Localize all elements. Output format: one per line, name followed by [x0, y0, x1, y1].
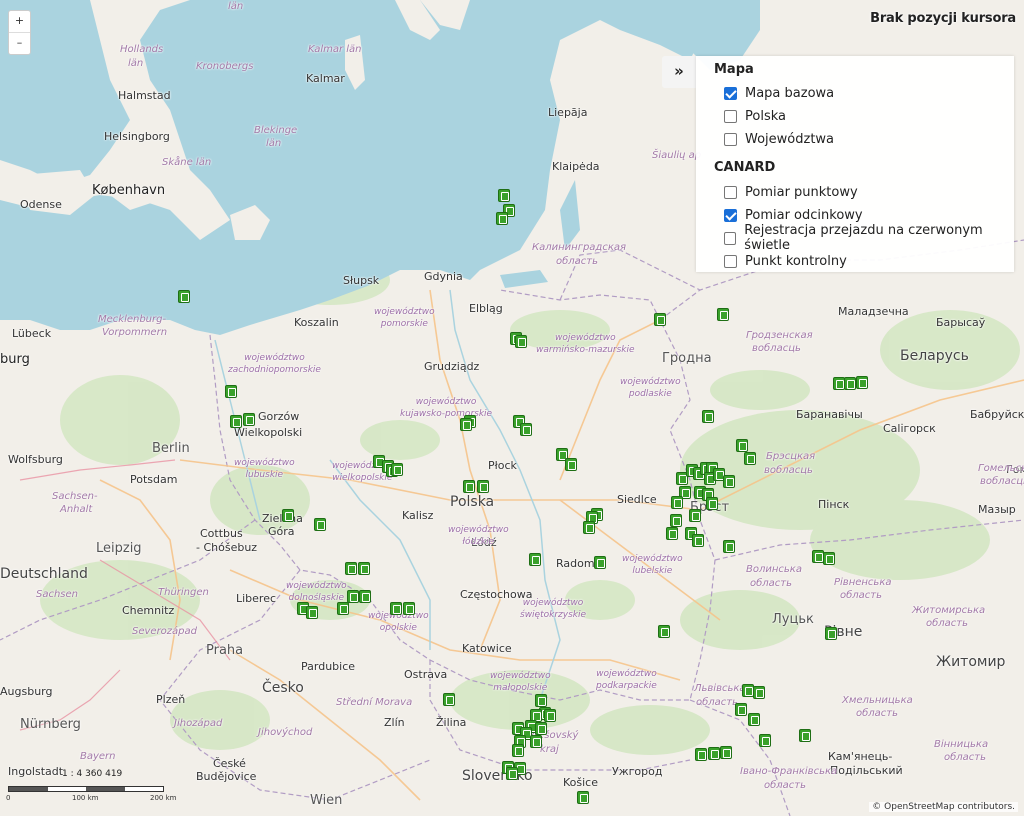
speed-camera-icon[interactable]: [688, 509, 701, 523]
layer-label: Województwa: [745, 131, 835, 147]
speed-camera-icon[interactable]: [691, 534, 704, 548]
speed-camera-icon[interactable]: [463, 480, 476, 494]
zoom-in-button[interactable]: +: [9, 11, 30, 32]
speed-camera-icon[interactable]: [346, 589, 359, 603]
speed-camera-icon[interactable]: [844, 377, 856, 391]
speed-camera-icon[interactable]: [476, 480, 489, 494]
speed-camera-icon[interactable]: [832, 377, 845, 391]
speed-camera-icon[interactable]: [243, 412, 256, 426]
speed-camera-icon[interactable]: [747, 712, 760, 726]
speed-camera-icon[interactable]: [577, 790, 590, 804]
speed-camera-icon[interactable]: [460, 417, 473, 431]
speed-camera-icon[interactable]: [358, 589, 371, 603]
checkbox[interactable]: [724, 185, 737, 199]
speed-camera-icon[interactable]: [719, 745, 732, 759]
speed-camera-icon[interactable]: [534, 694, 547, 707]
speed-camera-icon[interactable]: [528, 553, 541, 567]
speed-camera-icon[interactable]: [178, 289, 191, 303]
speed-camera-icon[interactable]: [717, 308, 730, 322]
scale-label: 100 km: [72, 794, 99, 802]
layer-item-pomiar-odcinkowy[interactable]: Pomiar odcinkowy: [724, 206, 863, 224]
checkbox[interactable]: [724, 254, 737, 268]
speed-camera-icon[interactable]: [337, 602, 350, 616]
speed-camera-icon[interactable]: [505, 766, 518, 780]
speed-camera-icon[interactable]: [498, 189, 510, 202]
map-attribution[interactable]: © OpenStreetMap contributors.: [869, 802, 1018, 812]
layer-group-title: CANARD: [714, 160, 776, 175]
speed-camera-icon[interactable]: [799, 729, 812, 743]
speed-camera-icon[interactable]: [402, 602, 415, 616]
layer-item-polska[interactable]: Polska: [724, 107, 786, 125]
speed-camera-icon[interactable]: [519, 422, 532, 436]
layer-item-wojewodztwa[interactable]: Województwa: [724, 130, 834, 148]
speed-camera-icon[interactable]: [544, 709, 557, 722]
speed-camera-icon[interactable]: [701, 410, 714, 424]
layer-label: Mapa bazowa: [745, 85, 835, 101]
speed-camera-icon[interactable]: [824, 627, 837, 641]
scale-ratio: 1 : 4 360 419: [62, 769, 123, 779]
speed-camera-icon[interactable]: [496, 211, 509, 225]
speed-camera-icon[interactable]: [669, 514, 682, 528]
speed-camera-icon[interactable]: [855, 376, 868, 390]
speed-camera-icon[interactable]: [564, 457, 577, 471]
layer-item-mapa-bazowa[interactable]: Mapa bazowa: [724, 84, 834, 102]
speed-camera-icon[interactable]: [514, 334, 527, 348]
layer-label: Punkt kontrolny: [745, 253, 847, 269]
speed-camera-icon[interactable]: [753, 686, 766, 700]
speed-camera-icon[interactable]: [511, 744, 524, 758]
speed-camera-icon[interactable]: [358, 562, 370, 576]
checkbox[interactable]: [724, 109, 737, 123]
speed-camera-icon[interactable]: [706, 496, 719, 510]
speed-camera-icon[interactable]: [305, 606, 318, 619]
checkbox[interactable]: [724, 231, 737, 245]
speed-camera-icon[interactable]: [391, 462, 404, 476]
layer-label: Pomiar odcinkowy: [745, 207, 863, 223]
speed-camera-icon[interactable]: [707, 746, 720, 760]
speed-camera-icon[interactable]: [443, 692, 456, 706]
layer-list: Mapa Mapa bazowa Polska Województwa CANA…: [696, 56, 1014, 272]
scale-graphic: [8, 786, 164, 792]
speed-camera-icon[interactable]: [583, 520, 596, 534]
speed-camera-icon[interactable]: [390, 602, 403, 616]
layer-label: Polska: [745, 108, 786, 124]
speed-camera-icon[interactable]: [345, 562, 357, 576]
speed-camera-icon[interactable]: [694, 748, 707, 761]
speed-camera-icon[interactable]: [823, 552, 836, 565]
checkbox[interactable]: [724, 86, 737, 100]
speed-camera-icon[interactable]: [744, 451, 757, 465]
speed-camera-icon[interactable]: [281, 509, 294, 523]
speed-camera-icon[interactable]: [811, 549, 824, 563]
zoom-control: + –: [8, 10, 31, 55]
layer-label: Pomiar punktowy: [745, 184, 858, 200]
speed-camera-icon[interactable]: [741, 683, 754, 697]
scale-label: 200 km: [150, 794, 177, 802]
speed-camera-icon[interactable]: [529, 735, 542, 749]
checkbox[interactable]: [724, 208, 737, 222]
collapse-panel-button[interactable]: »: [662, 56, 696, 88]
cursor-position-readout: Brak pozycji kursora: [870, 11, 1016, 26]
speed-camera-icon[interactable]: [534, 721, 547, 735]
speed-camera-icon[interactable]: [665, 526, 678, 540]
layer-group-title: Mapa: [714, 62, 754, 77]
layer-item-czerwone-swiatlo[interactable]: Rejestracja przejazdu na czerwonym świet…: [724, 223, 1014, 253]
speed-camera-icon[interactable]: [759, 734, 772, 748]
speed-camera-icon[interactable]: [230, 415, 243, 429]
scale-label: 0: [6, 794, 11, 802]
speed-camera-icon[interactable]: [723, 475, 736, 489]
speed-camera-icon[interactable]: [723, 539, 736, 553]
speed-camera-icon[interactable]: [657, 624, 670, 638]
layer-item-pomiar-punktowy[interactable]: Pomiar punktowy: [724, 183, 858, 201]
checkbox[interactable]: [724, 132, 737, 146]
speed-camera-icon[interactable]: [671, 495, 683, 509]
speed-camera-icon[interactable]: [314, 518, 327, 532]
zoom-out-button[interactable]: –: [9, 32, 30, 54]
speed-camera-icon[interactable]: [594, 555, 607, 569]
layer-label: Rejestracja przejazdu na czerwonym świet…: [744, 223, 983, 253]
speed-camera-icon[interactable]: [225, 385, 237, 398]
layer-switcher-panel: » Mapa Mapa bazowa Polska Województwa CA…: [662, 56, 1014, 272]
speed-camera-icon[interactable]: [654, 313, 667, 327]
layer-item-punkt-kontrolny[interactable]: Punkt kontrolny: [724, 252, 847, 270]
speed-camera-icon[interactable]: [734, 702, 747, 716]
speed-camera-icon[interactable]: [736, 439, 749, 452]
